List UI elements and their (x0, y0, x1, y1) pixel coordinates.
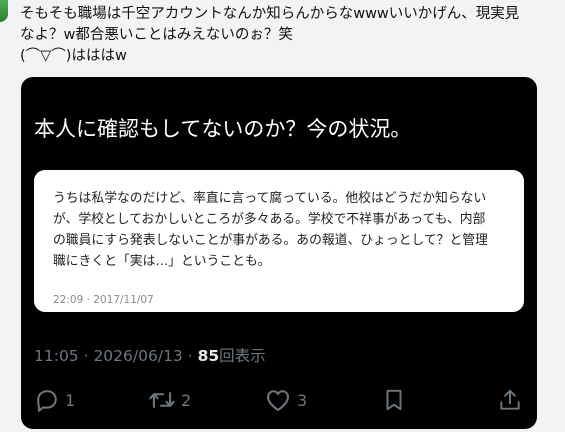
post-timestamp[interactable]: 11:05 · 2026/06/13 · (34, 347, 198, 365)
action-bar: 1 2 3 (21, 384, 537, 416)
share-button[interactable] (497, 384, 523, 416)
avatar[interactable] (0, 0, 8, 22)
bookmark-icon (381, 386, 407, 414)
post-meta: 11:05 · 2026/06/13 · 85回表示 (34, 344, 266, 366)
quote-line: 職にきくと「実は…」ということも。 (53, 254, 271, 269)
quote-line: うちは私学なのだけど、率直に言って腐っている。他校はどうだか知らない (53, 191, 487, 206)
quote-screenshot: うちは私学なのだけど、率直に言って腐っている。他校はどうだか知らない が、学校と… (34, 170, 524, 312)
post-text-line: (⌒▽⌒)はははw (20, 48, 127, 64)
quote-line: の職員にすら発表しないことが事がある。あの報道、ひょっとして？と管理 (53, 233, 488, 248)
quote-timestamp: 22:09 · 2017/11/07 (53, 294, 154, 306)
quote-text: うちは私学なのだけど、率直に言って腐っている。他校はどうだか知らない が、学校と… (53, 188, 513, 272)
repost-button[interactable]: 2 (147, 384, 191, 416)
view-label: 回表示 (219, 347, 266, 365)
post-text: そもそも職場は千空アカウントなんか知らんからなwwwいいかげん、現実見 なよ？w… (20, 4, 560, 67)
reply-icon (33, 386, 61, 414)
repost-count: 2 (181, 390, 192, 410)
embedded-post-title: 本人に確認もしてないのか？今の状況。 (34, 117, 412, 141)
post-text-line: なよ？w都合悪いことはみえないのぉ？笑 (20, 27, 293, 43)
post-text-line: そもそも職場は千空アカウントなんか知らんからなwwwいいかげん、現実見 (20, 6, 520, 22)
quote-line: が、学校としておかしいところが多々ある。学校で不祥事があっても、内部 (53, 212, 486, 227)
like-count: 3 (297, 390, 308, 410)
repost-icon (147, 386, 177, 414)
reply-button[interactable]: 1 (33, 384, 75, 416)
embedded-post-card[interactable]: 本人に確認もしてないのか？今の状況。 うちは私学なのだけど、率直に言って腐ってい… (21, 77, 537, 429)
like-button[interactable]: 3 (263, 384, 307, 416)
reply-count: 1 (65, 390, 76, 410)
view-count: 85 (197, 347, 220, 365)
share-icon (497, 386, 523, 414)
like-icon (263, 386, 293, 414)
bookmark-button[interactable] (381, 384, 407, 416)
